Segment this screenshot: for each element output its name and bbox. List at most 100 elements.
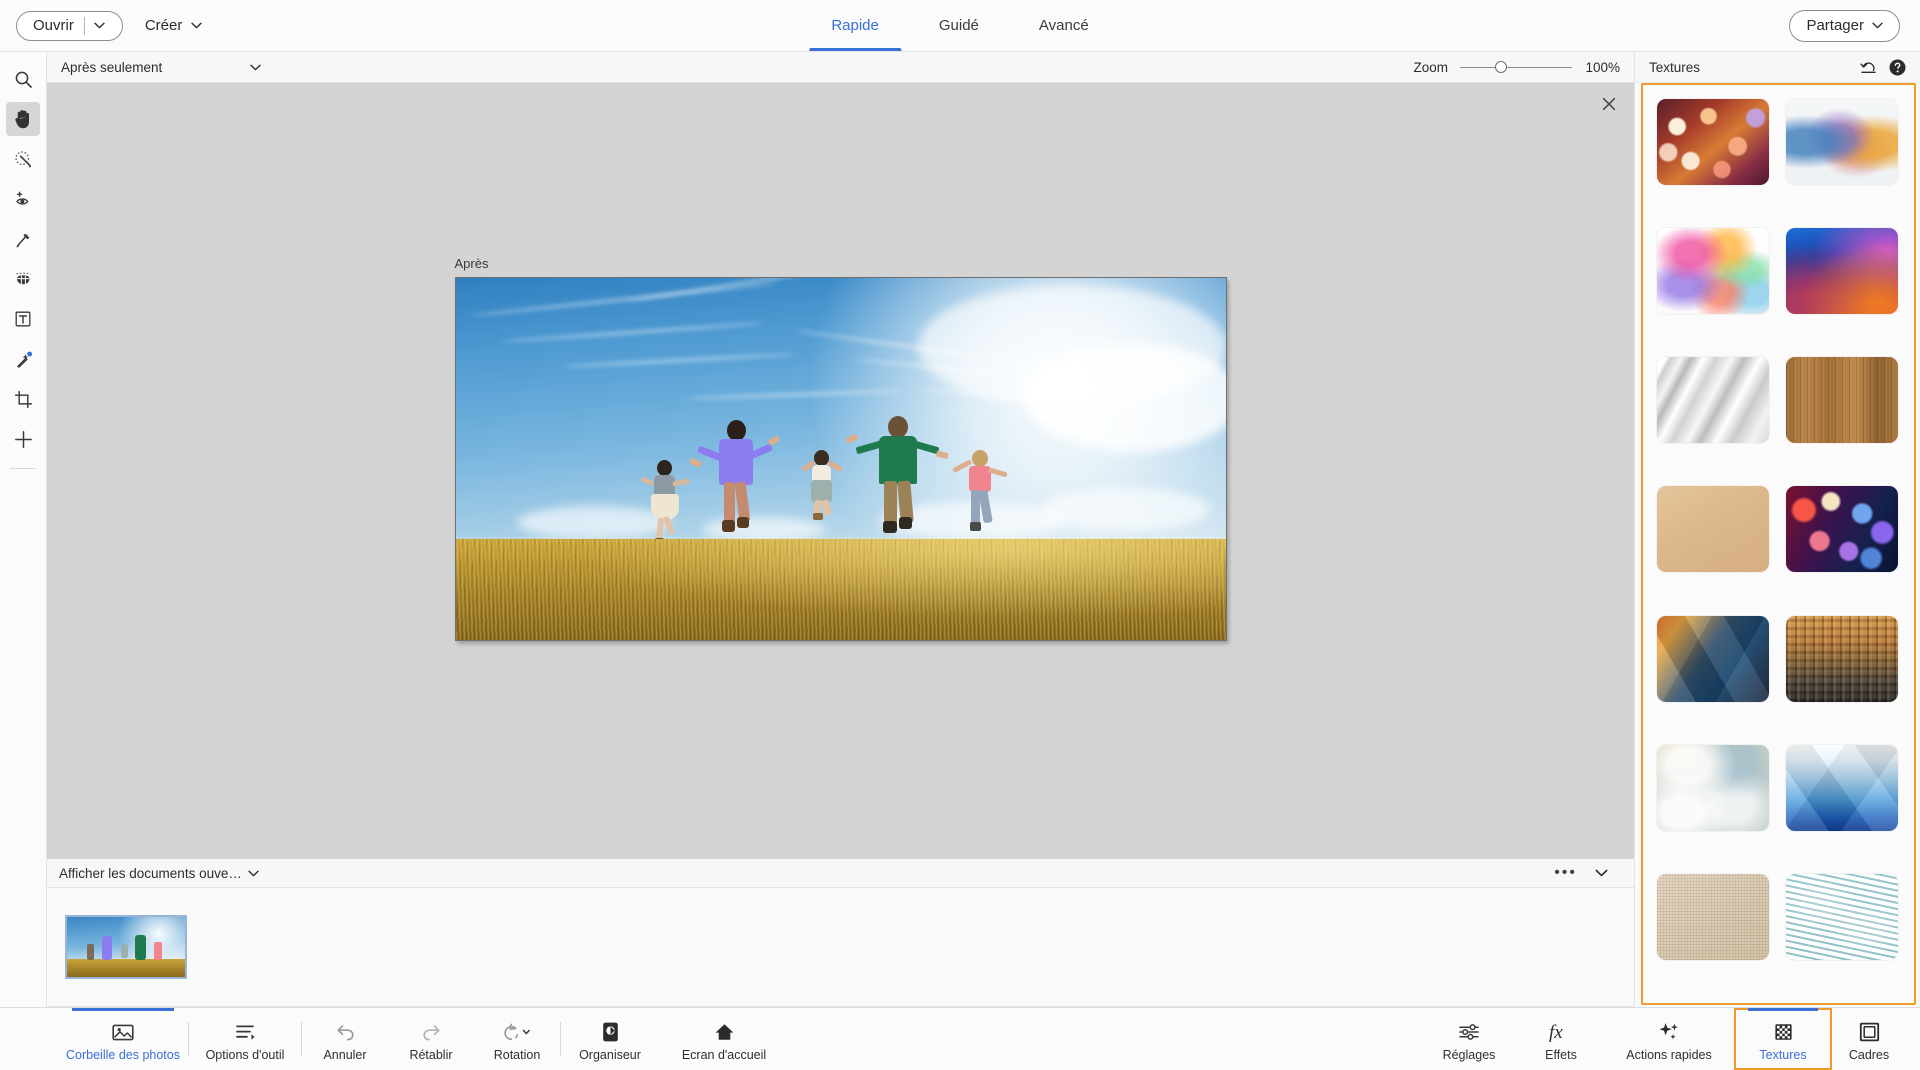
bottom-item-rotation[interactable]: Rotation — [474, 1008, 560, 1070]
spot-healing-brush-tool[interactable] — [6, 222, 40, 256]
reset-undo-icon[interactable] — [1860, 60, 1877, 74]
texture-linen-canvas[interactable] — [1657, 874, 1769, 960]
texture-watercolor-smoke[interactable] — [1786, 99, 1898, 185]
zoom-slider-handle[interactable] — [1495, 61, 1507, 73]
quick-selection-icon — [14, 150, 33, 169]
texture-vintage-sky-clouds[interactable] — [1657, 745, 1769, 831]
textures-panel: Textures — [1634, 52, 1920, 1007]
textures-checker-icon — [1773, 1019, 1794, 1045]
canvas-area[interactable]: Après — [47, 83, 1634, 858]
bottom-item-home-screen[interactable]: Ecran d'accueil — [659, 1008, 789, 1070]
photo-bin-filter-label[interactable]: Afficher les documents ouve… — [59, 866, 242, 881]
text-t-icon — [14, 310, 32, 328]
picture-frame-icon — [1859, 1022, 1880, 1042]
bottom-item-quick-actions-label: Actions rapides — [1626, 1048, 1711, 1062]
share-button[interactable]: Partager — [1789, 10, 1900, 42]
textures-panel-header-icons — [1860, 59, 1906, 76]
zoom-tool[interactable] — [6, 62, 40, 96]
type-tool[interactable] — [6, 302, 40, 336]
undo-icon — [335, 1019, 356, 1045]
textures-grid — [1643, 85, 1914, 1003]
toddler-figure — [804, 450, 844, 528]
crop-icon — [14, 390, 33, 409]
texture-blue-low-poly-gradient[interactable] — [1786, 745, 1898, 831]
view-options-bar: Après seulement Zoom 100% — [47, 52, 1634, 83]
bottom-item-adjustments-label: Réglages — [1443, 1048, 1496, 1062]
redo-icon — [421, 1019, 442, 1045]
edited-photo[interactable] — [455, 277, 1227, 641]
bottom-item-home-screen-label: Ecran d'accueil — [682, 1048, 766, 1062]
bottom-item-textures-label: Textures — [1759, 1048, 1806, 1062]
close-icon — [1602, 97, 1616, 111]
sliders-icon — [1458, 1022, 1480, 1042]
reset-arrow-icon — [1860, 60, 1877, 74]
create-button[interactable]: Créer — [141, 11, 207, 41]
texture-wood-grain[interactable] — [1786, 357, 1898, 443]
child-figure-left — [644, 460, 690, 546]
bottom-item-tool-options[interactable]: Options d'outil — [189, 1008, 301, 1070]
texture-bokeh-hearts[interactable] — [1657, 99, 1769, 185]
texture-teal-wave-pattern[interactable] — [1786, 874, 1898, 960]
bottom-item-undo[interactable]: Annuler — [302, 1008, 388, 1070]
photo-frame: Après — [455, 256, 1227, 641]
editor-center-column: Après seulement Zoom 100% — [47, 52, 1634, 1007]
zoom-controls: Zoom 100% — [1413, 60, 1620, 75]
photo-thumbnail-1[interactable] — [65, 915, 187, 979]
bottom-item-effects-label: Effets — [1545, 1048, 1577, 1062]
crop-tool[interactable] — [6, 382, 40, 416]
more-options-icon[interactable]: ••• — [1554, 868, 1577, 878]
view-mode-dropdown[interactable]: Après seulement — [61, 60, 261, 75]
texture-blue-orange-gradient[interactable] — [1786, 228, 1898, 314]
thumbnail-image — [67, 917, 185, 977]
texture-colorful-bokeh-lights[interactable] — [1786, 486, 1898, 572]
bottom-item-effects[interactable]: fx Effets — [1518, 1008, 1604, 1070]
adjustments-icon — [1458, 1019, 1480, 1045]
bottom-item-organizer[interactable]: Organiseur — [561, 1008, 659, 1070]
tab-avance[interactable]: Avancé — [1009, 0, 1119, 51]
texture-wood-blocks-mosaic[interactable] — [1786, 616, 1898, 702]
create-button-label: Créer — [145, 17, 183, 34]
bottom-item-redo[interactable]: Rétablir — [388, 1008, 474, 1070]
tab-rapide[interactable]: Rapide — [801, 0, 909, 51]
rotate-left-caret-icon — [502, 1023, 532, 1042]
child-figure-right — [960, 450, 1008, 546]
whiten-teeth-tool[interactable] — [6, 262, 40, 296]
mother-figure — [713, 420, 765, 546]
texture-silver-satin[interactable] — [1657, 357, 1769, 443]
father-figure — [871, 416, 927, 546]
close-document-button[interactable] — [1596, 91, 1622, 117]
help-circle-icon — [1889, 59, 1906, 76]
bottom-item-quick-actions[interactable]: Actions rapides — [1604, 1008, 1734, 1070]
hand-tool[interactable] — [6, 102, 40, 136]
open-button[interactable]: Ouvrir — [16, 11, 123, 41]
open-dropdown-caret[interactable] — [85, 22, 118, 29]
quick-selection-tool[interactable] — [6, 142, 40, 176]
healing-brush-icon — [14, 230, 33, 249]
bottom-item-textures[interactable]: Textures — [1734, 1008, 1832, 1070]
bottom-item-photo-bin-label: Corbeille des photos — [66, 1048, 180, 1062]
texture-kraft-paper[interactable] — [1657, 486, 1769, 572]
red-eye-tool[interactable] — [6, 182, 40, 216]
tab-guide[interactable]: Guidé — [909, 0, 1009, 51]
zoom-slider[interactable] — [1460, 60, 1572, 74]
move-tool[interactable] — [6, 422, 40, 456]
fx-glyph-icon: fx — [1548, 1021, 1574, 1043]
photo-editor-window: Ouvrir Créer Rapide Guidé — [0, 0, 1920, 1070]
bottom-item-frames[interactable]: Cadres — [1832, 1008, 1906, 1070]
smart-brush-tool[interactable] — [6, 342, 40, 376]
chevron-down-icon[interactable] — [248, 870, 259, 877]
texture-geometric-triangles-sunset[interactable] — [1657, 616, 1769, 702]
photo-bin-toolbar: Afficher les documents ouve… ••• — [47, 858, 1634, 888]
photo-stack-icon — [112, 1022, 134, 1042]
bottom-toolbar-left: Corbeille des photos Options d'outil — [0, 1008, 789, 1070]
collapse-chevron-down-icon[interactable] — [1595, 869, 1608, 877]
texture-pastel-paint-splash[interactable] — [1657, 228, 1769, 314]
help-icon[interactable] — [1889, 59, 1906, 76]
magnifier-icon — [14, 70, 33, 89]
checkerboard-icon — [1773, 1022, 1794, 1042]
photo-bin — [47, 888, 1634, 1007]
chevron-down-icon — [1872, 22, 1883, 29]
bottom-item-adjustments[interactable]: Réglages — [1420, 1008, 1518, 1070]
bottom-item-photo-bin[interactable]: Corbeille des photos — [58, 1008, 188, 1070]
sparkles-icon — [1657, 1021, 1681, 1043]
